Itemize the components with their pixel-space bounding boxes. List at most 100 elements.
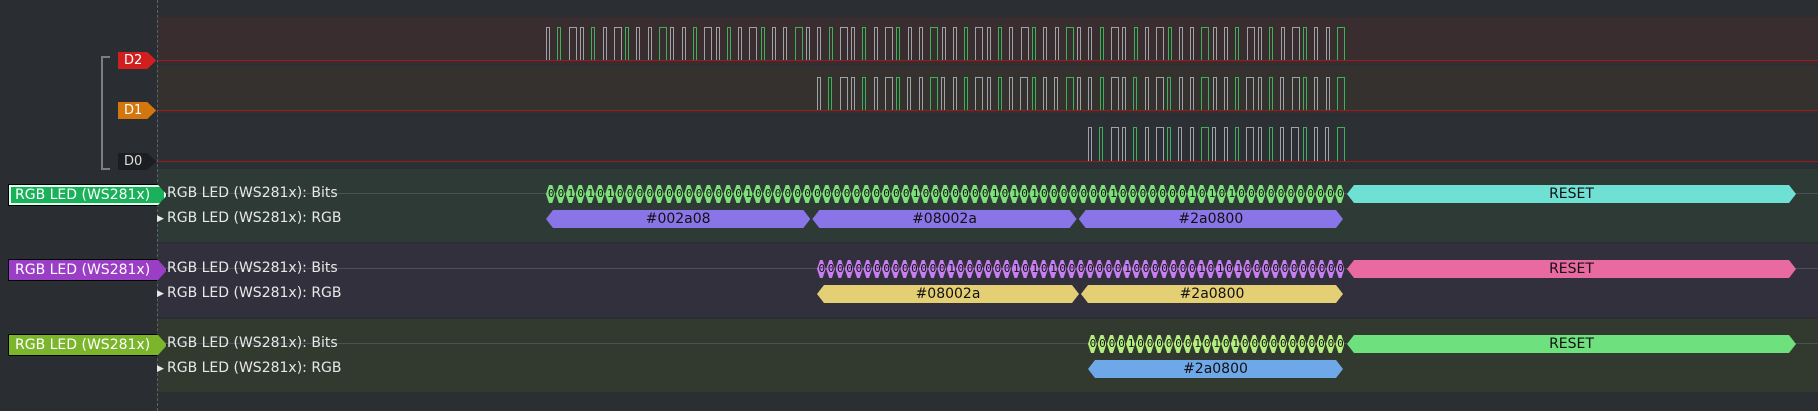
pulse-mark [1110,77,1119,110]
pulse-mark [1336,77,1345,110]
pulse-mark [1156,77,1164,110]
decoder-tag-3[interactable]: RGB LED (WS281x) [8,334,167,356]
pulse-mark [568,27,577,60]
expand-arrow-icon[interactable]: ▶ [157,364,164,374]
pulse-mark [862,27,867,60]
channel-group-bracket[interactable] [101,56,110,170]
pulse-mark [1144,77,1149,110]
expand-arrow-icon[interactable]: ▶ [157,289,164,299]
pulse-mark [828,27,833,60]
pulse-mark [998,27,1002,60]
pulse-mark [1144,27,1149,60]
pulse-mark [1156,27,1165,60]
pulse-mark [1133,27,1138,60]
pulse-mark [1257,127,1262,161]
pulse-mark [1337,27,1345,60]
pulse-mark [907,77,912,110]
pulse-mark [817,77,821,110]
pulse-mark [952,27,957,60]
pulse-mark [1144,127,1149,161]
decoder-row-1[interactable] [158,169,1818,242]
pulse-mark [579,27,584,60]
pulse-mark [1268,127,1273,161]
pulse-mark [1257,27,1262,60]
pulse-mark [1077,27,1082,60]
pulse-mark [1269,27,1274,60]
pulse-mark [850,77,855,110]
pulse-mark [1201,127,1209,161]
pulse-mark [1291,127,1300,161]
rgb-value-annotation[interactable]: #08002a [817,285,1079,303]
rgb-value-annotation[interactable]: #2a0800 [1088,360,1343,378]
pulse-mark [760,27,765,60]
pulse-mark [941,77,946,110]
pulse-mark [1065,77,1074,110]
pulse-mark [1031,27,1036,60]
logic-analyzer-window: D2 D1 D0 RGB LED (WS281x) RGB LED (WS281… [0,0,1818,411]
pulse-mark [1043,77,1047,110]
pulse-mark [783,27,788,60]
pulse-mark [1088,127,1092,161]
pulse-mark [1088,27,1093,60]
decoder-row-3[interactable] [158,319,1818,392]
decoder-1-bits-label: RGB LED (WS281x): Bits [167,185,338,201]
pulse-mark [659,27,667,60]
pulse-mark [1291,27,1300,60]
pulse-mark [726,27,731,60]
pulse-mark [1054,27,1059,60]
decoder-tag-2[interactable]: RGB LED (WS281x) [8,259,167,281]
decoder-3-rgb-label[interactable]: RGB LED (WS281x): RGB [167,360,342,376]
pulse-mark [1190,27,1195,60]
reset-annotation[interactable]: RESET [1347,185,1796,203]
pulse-mark [1246,27,1255,60]
pulse-mark [986,27,991,60]
pulse-mark [1110,127,1119,161]
pulse-mark [805,27,810,60]
pulse-mark [1178,127,1183,161]
pulse-mark [1189,77,1194,110]
pulse-mark [1234,127,1239,161]
pulse-mark [1121,127,1126,161]
pulse-mark [851,27,856,60]
reset-annotation[interactable]: RESET [1347,260,1796,278]
pulse-mark [1302,77,1307,110]
pulse-mark [1314,77,1319,110]
decoder-1-rgb-label[interactable]: RGB LED (WS281x): RGB [167,210,342,226]
pulse-mark [794,27,803,60]
rgb-value-annotation[interactable]: #002a08 [546,210,810,228]
pulse-mark [1009,27,1014,60]
expand-arrow-icon[interactable]: ▶ [157,214,164,224]
pulse-mark [873,77,878,110]
decoder-2-rgb-label[interactable]: RGB LED (WS281x): RGB [167,285,342,301]
pulse-mark [1076,77,1081,110]
rgb-value-annotation[interactable]: #08002a [812,210,1076,228]
pulse-mark [1088,77,1093,110]
pulse-mark [839,77,848,110]
pulse-mark [1043,27,1048,60]
pulse-mark [997,77,1002,110]
pulse-mark [1054,77,1059,110]
pulse-mark [1314,127,1318,161]
pulse-mark [1009,77,1014,110]
rgb-value-annotation[interactable]: #2a0800 [1081,285,1343,303]
pulse-mark [930,27,939,60]
decoder-row-2[interactable] [158,244,1818,317]
pulse-mark [1224,27,1228,60]
pulse-mark [1122,27,1127,60]
pulse-mark [647,27,652,60]
reset-annotation[interactable]: RESET [1347,335,1796,353]
decoder-tag-1[interactable]: RGB LED (WS281x) [8,184,167,206]
d2-baseline [158,60,1818,61]
trace-row-d0[interactable] [158,117,1818,164]
pulse-mark [1212,77,1217,110]
rgb-value-annotation[interactable]: #2a0800 [1079,210,1343,228]
pulse-mark [1178,77,1183,110]
pulse-mark [1280,27,1285,60]
pulse-mark [941,27,946,60]
pulse-mark [1302,127,1307,161]
pulse-mark [546,27,550,60]
pulse-mark [952,77,957,110]
pulse-mark [749,27,758,60]
pulse-mark [1167,27,1172,60]
pulse-mark [1212,27,1217,60]
